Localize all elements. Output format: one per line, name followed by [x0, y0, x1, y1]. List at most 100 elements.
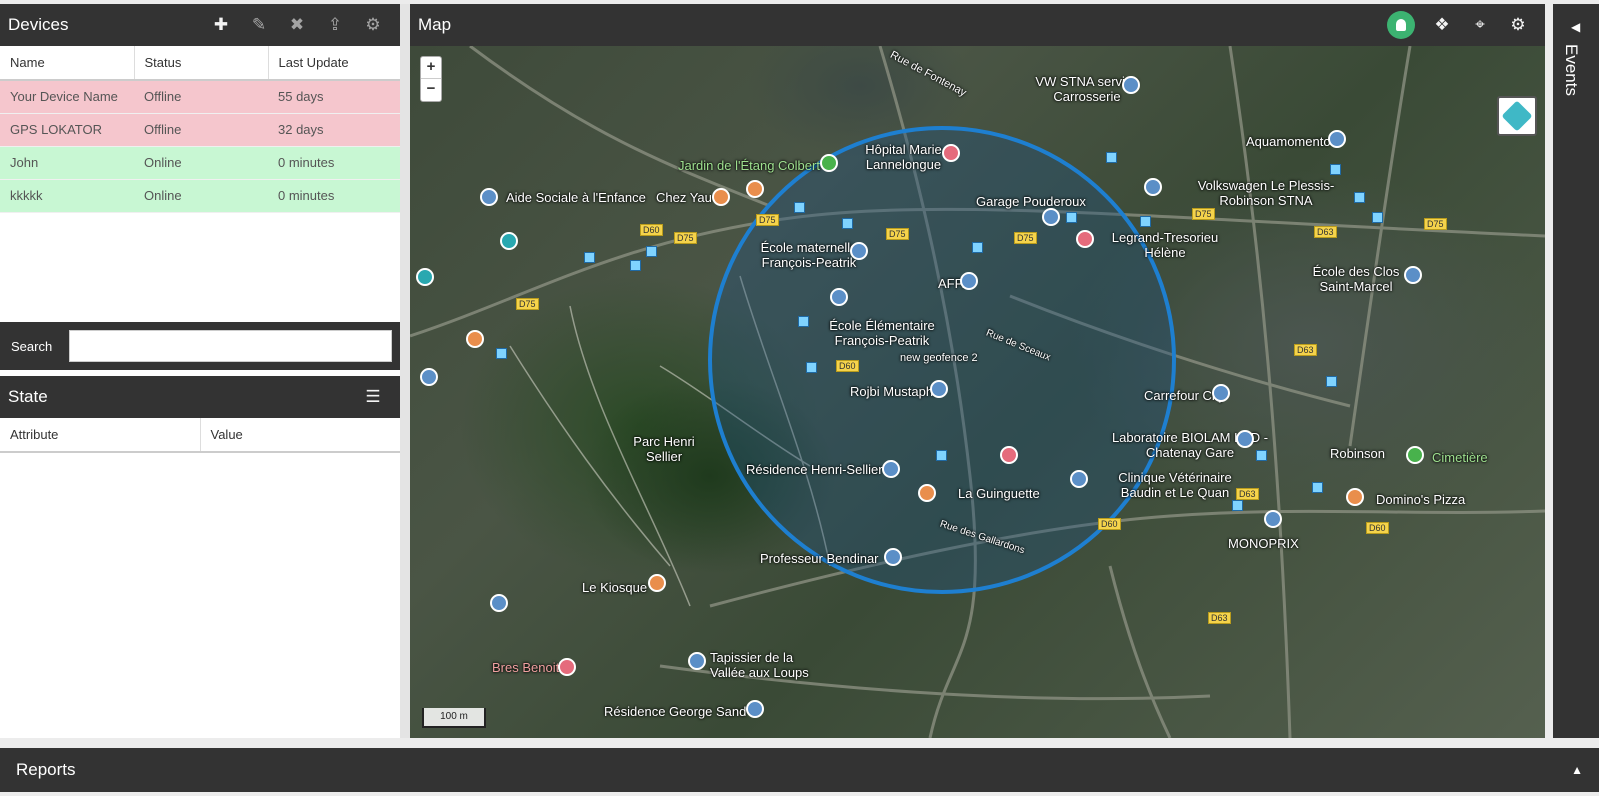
bus-stop-icon[interactable]	[1066, 212, 1077, 223]
restaurant-pin-icon[interactable]	[466, 330, 484, 348]
layers-button[interactable]	[1497, 96, 1537, 136]
bus-stop-icon[interactable]	[1312, 482, 1323, 493]
search-input[interactable]	[69, 330, 392, 362]
column-last-update[interactable]: Last Update	[268, 46, 400, 81]
state-table: Attribute Value	[0, 418, 400, 453]
school-pin-icon[interactable]	[830, 288, 848, 306]
bus-stop-icon[interactable]	[584, 252, 595, 263]
bus-stop-icon[interactable]	[630, 260, 641, 271]
place-pin-icon[interactable]	[1000, 446, 1018, 464]
school-pin-icon[interactable]	[1404, 266, 1422, 284]
device-name: kkkkk	[0, 179, 134, 213]
shop-pin-icon[interactable]	[1264, 510, 1282, 528]
table-row[interactable]: GPS LOKATOR Offline 32 days	[0, 113, 400, 147]
bus-stop-icon[interactable]	[1140, 216, 1151, 227]
bus-stop-icon[interactable]	[646, 246, 657, 257]
map-panel: Map ❖ ⌖ ⚙ + − 100 m new geofence 2 Jardi…	[410, 4, 1545, 738]
table-row[interactable]: John Online 0 minutes	[0, 146, 400, 180]
shop-pin-icon[interactable]	[1042, 208, 1060, 226]
bus-stop-icon[interactable]	[936, 450, 947, 461]
school-pin-icon[interactable]	[490, 594, 508, 612]
place-pin-icon[interactable]	[1236, 430, 1254, 448]
bus-stop-icon[interactable]	[1256, 450, 1267, 461]
collapse-arrow-icon[interactable]: ◀	[1571, 20, 1580, 34]
events-panel[interactable]: ◀ Events	[1553, 4, 1599, 738]
devices-table: Name Status Last Update Your Device Name…	[0, 46, 400, 213]
remove-icon[interactable]: ✖	[278, 15, 316, 35]
place-pin-icon[interactable]	[1122, 76, 1140, 94]
place-pin-icon[interactable]	[416, 268, 434, 286]
bus-stop-icon[interactable]	[972, 242, 983, 253]
place-pin-icon[interactable]	[480, 188, 498, 206]
column-value[interactable]: Value	[200, 418, 400, 453]
restaurant-pin-icon[interactable]	[1346, 488, 1364, 506]
place-pin-icon[interactable]	[500, 232, 518, 250]
place-pin-icon[interactable]	[1328, 130, 1346, 148]
bus-stop-icon[interactable]	[1372, 212, 1383, 223]
map-canvas[interactable]: + − 100 m new geofence 2 Jardin de l'Éta…	[410, 46, 1545, 738]
road-badge: D75	[1014, 232, 1037, 244]
plus-icon[interactable]: ✚	[202, 15, 240, 35]
bus-stop-icon[interactable]	[1232, 500, 1243, 511]
column-name[interactable]: Name	[0, 46, 135, 81]
geofence-label: new geofence 2	[900, 352, 978, 364]
shop-pin-icon[interactable]	[930, 380, 948, 398]
horizontal-splitter[interactable]	[0, 738, 1599, 748]
expand-arrow-icon[interactable]: ▲	[1571, 763, 1583, 777]
restaurant-pin-icon[interactable]	[712, 188, 730, 206]
map-title: Map	[418, 15, 452, 34]
list-icon[interactable]: ☰	[354, 387, 392, 407]
cemetery-pin-icon[interactable]	[1406, 446, 1424, 464]
zoom-in-button[interactable]: +	[421, 57, 441, 79]
bus-stop-icon[interactable]	[1330, 164, 1341, 175]
map-label: Cimetière	[1432, 450, 1488, 465]
cafe-pin-icon[interactable]	[648, 574, 666, 592]
bus-stop-icon[interactable]	[798, 316, 809, 327]
device-last-update: 32 days	[268, 113, 400, 147]
table-row[interactable]: kkkkk Online 0 minutes	[0, 179, 400, 213]
column-status[interactable]: Status	[134, 46, 269, 81]
place-pin-icon[interactable]	[746, 700, 764, 718]
place-pin-icon[interactable]	[558, 658, 576, 676]
map-label: Tapissier de la Vallée aux Loups	[710, 650, 809, 680]
restaurant-pin-icon[interactable]	[918, 484, 936, 502]
vertical-splitter[interactable]	[400, 4, 410, 738]
bus-stop-icon[interactable]	[1106, 152, 1117, 163]
device-name: John	[0, 146, 134, 180]
shop-pin-icon[interactable]	[1076, 230, 1094, 248]
place-pin-icon[interactable]	[960, 272, 978, 290]
shop-pin-icon[interactable]	[688, 652, 706, 670]
crosshair-icon[interactable]: ⌖	[1461, 15, 1499, 35]
map-label: Domino's Pizza	[1376, 492, 1466, 507]
state-header: State ☰	[0, 376, 400, 418]
bus-stop-icon[interactable]	[1326, 376, 1337, 387]
school-pin-icon[interactable]	[850, 242, 868, 260]
park-pin-icon[interactable]	[820, 154, 838, 172]
hospital-pin-icon[interactable]	[942, 144, 960, 162]
place-pin-icon[interactable]	[1070, 470, 1088, 488]
bus-stop-icon[interactable]	[842, 218, 853, 229]
shop-pin-icon[interactable]	[1212, 384, 1230, 402]
bus-stop-icon[interactable]	[1354, 192, 1365, 203]
gear-icon[interactable]: ⚙	[354, 15, 392, 35]
table-row[interactable]: Your Device Name Offline 55 days	[0, 80, 400, 114]
road-badge: D75	[886, 228, 909, 240]
restaurant-pin-icon[interactable]	[746, 180, 764, 198]
follow-device-icon[interactable]	[1387, 11, 1415, 39]
bus-stop-icon[interactable]	[806, 362, 817, 373]
upload-icon[interactable]: ⇪	[316, 15, 354, 35]
place-pin-icon[interactable]	[882, 460, 900, 478]
shop-pin-icon[interactable]	[1144, 178, 1162, 196]
road-badge: D75	[516, 298, 539, 310]
place-pin-icon[interactable]	[884, 548, 902, 566]
edit-icon[interactable]: ✎	[240, 15, 278, 35]
bus-stop-icon[interactable]	[496, 348, 507, 359]
bus-stop-icon[interactable]	[794, 202, 805, 213]
road-badge: D63	[1236, 488, 1259, 500]
zoom-out-button[interactable]: −	[421, 79, 441, 101]
place-pin-icon[interactable]	[420, 368, 438, 386]
column-attribute[interactable]: Attribute	[0, 418, 201, 453]
paw-icon[interactable]: ❖	[1423, 15, 1461, 35]
scale-bar: 100 m	[422, 708, 486, 728]
gear-icon[interactable]: ⚙	[1499, 15, 1537, 35]
